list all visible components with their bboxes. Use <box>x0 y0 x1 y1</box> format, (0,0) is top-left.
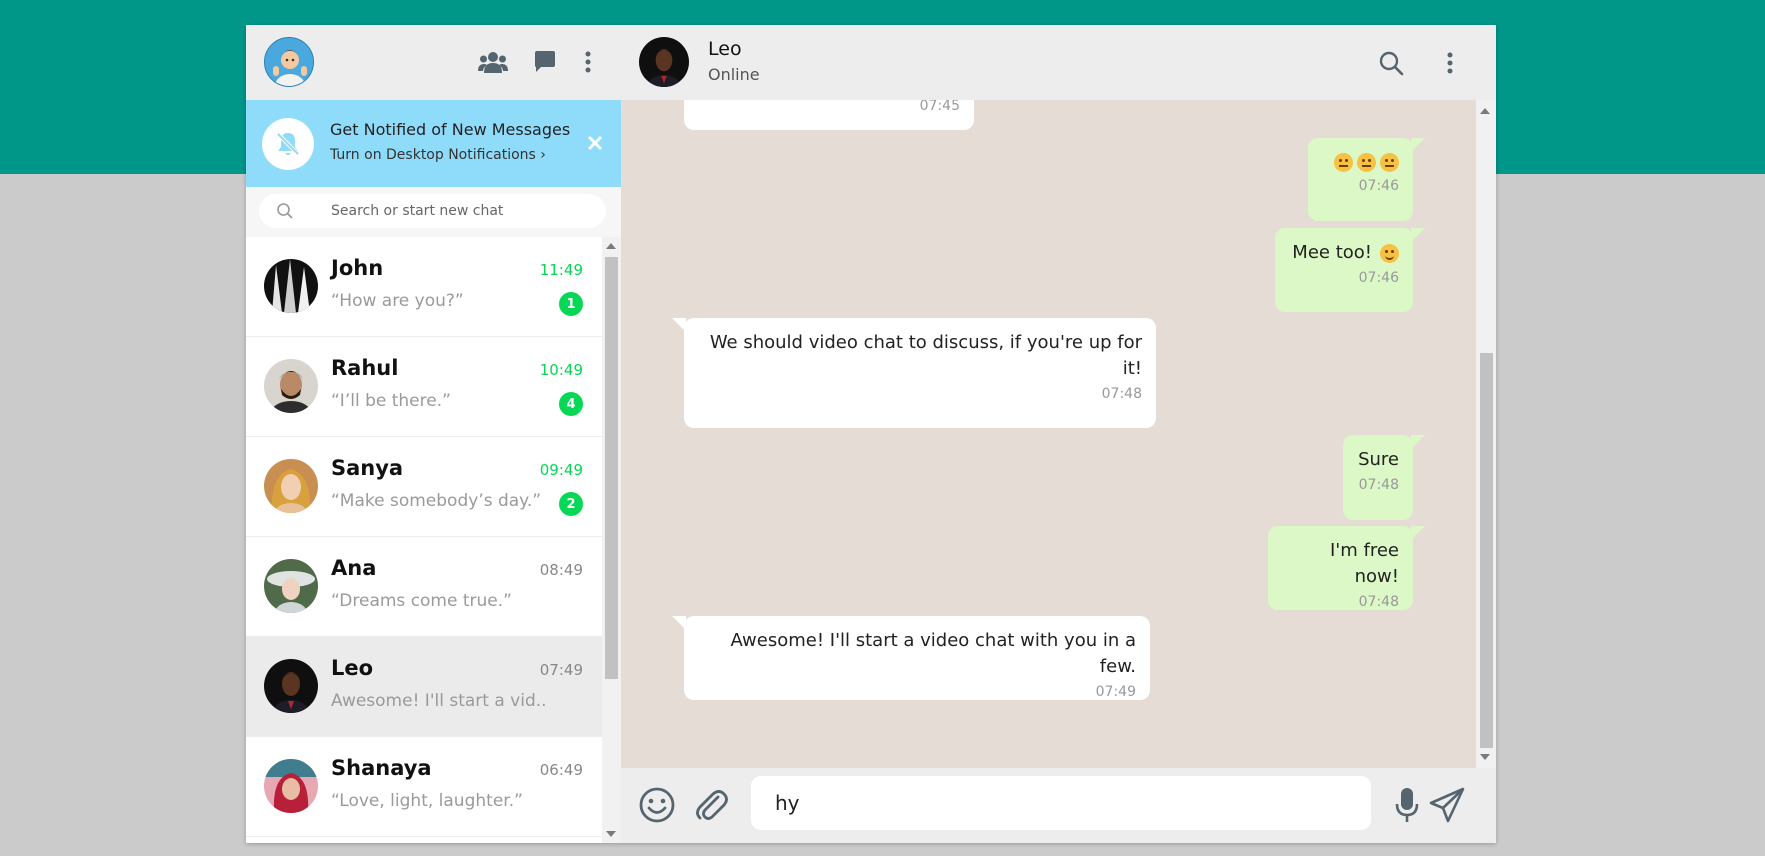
message-time: 07:48 <box>1358 477 1399 493</box>
chat-time: 10:49 <box>539 361 583 379</box>
chat-item-ana[interactable]: Ana 08:49 “Dreams come true.” <box>246 537 602 637</box>
sidebar: Get Notified of New Messages Turn on Des… <box>246 25 621 843</box>
send-icon[interactable] <box>1427 785 1467 825</box>
close-icon[interactable] <box>585 133 605 153</box>
message-scrollbar[interactable] <box>1476 100 1496 768</box>
message-incoming: 07:45 <box>684 100 974 130</box>
scrollbar-thumb[interactable] <box>1480 353 1493 748</box>
message-time: 07:46 <box>1358 178 1399 194</box>
message-text: We should video chat to discuss, if you'… <box>709 332 1142 379</box>
message-outgoing: I'm free now! 07:48 <box>1268 526 1425 610</box>
chat-item-shanaya[interactable]: Shanaya 06:49 “Love, light, laughter.” <box>246 737 602 837</box>
chat-app-window: Get Notified of New Messages Turn on Des… <box>246 25 1496 843</box>
contact-status: Online <box>708 65 760 84</box>
search-icon <box>277 203 293 219</box>
message-outgoing: Sure 07:48 <box>1343 435 1425 520</box>
bell-off-icon <box>262 118 314 170</box>
chat-item-leo[interactable]: Leo 07:49 Awesome! I'll start a vid.. <box>246 637 602 737</box>
message-outgoing: Mee too! 07:46 <box>1275 228 1425 312</box>
my-profile-avatar[interactable] <box>264 37 314 87</box>
smiling-face-emoji-icon <box>1380 243 1399 263</box>
emoji-icon[interactable] <box>637 785 677 825</box>
search-box <box>259 194 606 228</box>
avatar <box>264 759 318 813</box>
emoji-row <box>1322 150 1399 174</box>
unread-badge: 1 <box>559 292 583 316</box>
more-vertical-icon[interactable] <box>571 45 605 79</box>
avatar <box>264 559 318 613</box>
attachment-paperclip-icon[interactable] <box>691 785 731 825</box>
avatar <box>264 259 318 313</box>
search-bar <box>246 187 621 237</box>
unread-badge: 4 <box>559 392 583 416</box>
chat-preview: “Dreams come true.” <box>331 591 512 611</box>
avatar <box>264 659 318 713</box>
chat-time: 11:49 <box>539 261 583 279</box>
chat-preview: Awesome! I'll start a vid.. <box>331 691 547 711</box>
message-time: 07:45 <box>919 100 960 114</box>
sidebar-header <box>246 25 621 100</box>
chat-name: Shanaya <box>331 756 432 780</box>
chat-icon[interactable] <box>528 45 562 79</box>
message-time: 07:48 <box>1358 594 1399 610</box>
chat-list-scrollbar[interactable] <box>602 237 621 843</box>
avatar <box>264 459 318 513</box>
microphone-icon[interactable] <box>1393 785 1421 825</box>
chat-item-rahul[interactable]: Rahul 10:49 “I’ll be there.” 4 <box>246 337 602 437</box>
contact-name: Leo <box>708 38 742 60</box>
message-text: I'm free now! <box>1329 540 1399 587</box>
message-area: 07:45 07:46 Mee too! 07:46 We should vid… <box>621 100 1476 768</box>
neutral-face-emoji-icon <box>1357 152 1376 172</box>
chat-item-sanya[interactable]: Sanya 09:49 “Make somebody’s day.” 2 <box>246 437 602 537</box>
unread-badge: 2 <box>559 492 583 516</box>
more-vertical-icon[interactable] <box>1433 46 1467 80</box>
chat-time: 09:49 <box>539 461 583 479</box>
conversation-header: Leo Online <box>621 25 1496 100</box>
chat-preview: “I’ll be there.” <box>331 391 451 411</box>
scrollbar-thumb[interactable] <box>605 257 618 679</box>
message-text: Awesome! I'll start a video chat with yo… <box>730 630 1136 677</box>
scroll-up-arrow-icon[interactable] <box>606 243 616 249</box>
chat-list: John 11:49 “How are you?” 1 Rahul 10:49 <box>246 237 602 843</box>
message-incoming: Awesome! I'll start a video chat with yo… <box>672 616 1150 700</box>
people-icon[interactable] <box>476 45 510 79</box>
message-time: 07:48 <box>1101 386 1142 402</box>
message-text: Sure <box>1358 449 1399 470</box>
chat-preview: “Love, light, laughter.” <box>331 791 523 811</box>
message-incoming: We should video chat to discuss, if you'… <box>672 318 1156 428</box>
message-time: 07:49 <box>1095 684 1136 700</box>
neutral-face-emoji-icon <box>1334 152 1353 172</box>
scroll-down-arrow-icon[interactable] <box>606 831 616 837</box>
chat-preview: “Make somebody’s day.” <box>331 491 542 511</box>
chat-name: Rahul <box>331 356 399 380</box>
message-composer <box>621 768 1496 843</box>
message-outgoing: 07:46 <box>1308 138 1425 221</box>
message-input[interactable] <box>751 776 1371 830</box>
search-input[interactable] <box>331 194 591 228</box>
chat-name: Leo <box>331 656 374 680</box>
chat-name: Sanya <box>331 456 404 480</box>
contact-avatar[interactable] <box>639 37 689 87</box>
chat-name: John <box>331 256 384 280</box>
message-text: Mee too! <box>1289 240 1399 266</box>
scroll-up-arrow-icon[interactable] <box>1480 108 1490 114</box>
chat-time: 07:49 <box>539 661 583 679</box>
scroll-down-arrow-icon[interactable] <box>1480 754 1490 760</box>
neutral-face-emoji-icon <box>1380 152 1399 172</box>
chat-preview: “How are you?” <box>331 291 464 311</box>
chat-time: 06:49 <box>539 761 583 779</box>
chat-item-john[interactable]: John 11:49 “How are you?” 1 <box>246 237 602 337</box>
notification-banner: Get Notified of New Messages Turn on Des… <box>246 100 621 187</box>
avatar <box>264 359 318 413</box>
notification-title: Get Notified of New Messages <box>330 120 571 139</box>
chat-time: 08:49 <box>539 561 583 579</box>
search-icon[interactable] <box>1374 46 1408 80</box>
enable-notifications-link[interactable]: Turn on Desktop Notifications › <box>330 147 546 163</box>
message-time: 07:46 <box>1358 270 1399 286</box>
chat-name: Ana <box>331 556 377 580</box>
conversation-pane: Leo Online 07:45 07:46 Mee too! 07:46 We… <box>621 25 1496 843</box>
